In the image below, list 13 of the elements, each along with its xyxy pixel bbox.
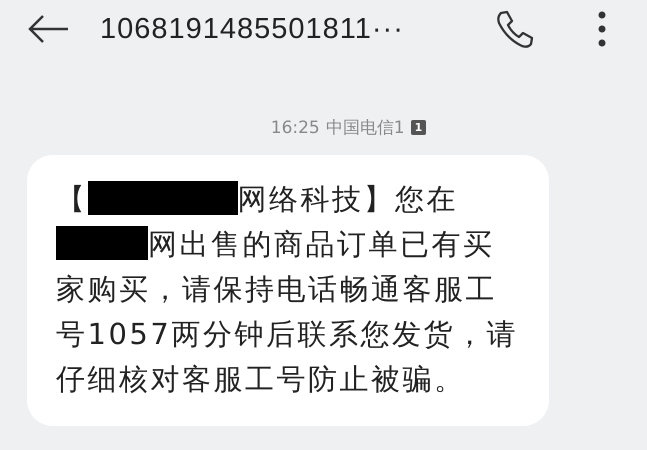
message-text: 家购买，请保持电话畅通客服工 <box>56 272 497 306</box>
carrier-label: 中国电信1 <box>326 117 405 139</box>
message-text: 仔细核对客服工号防止被骗。 <box>56 362 466 396</box>
sim-badge: 1 <box>410 120 426 135</box>
message-time: 16:25 <box>270 118 320 138</box>
more-icon[interactable] <box>597 9 607 49</box>
phone-icon[interactable] <box>495 9 535 49</box>
message-text: 网出售的商品订单已有买 <box>148 227 494 261</box>
message-text: 号1057两分钟后联系您发货，请 <box>56 317 518 351</box>
back-icon[interactable] <box>28 14 70 44</box>
message-text: 网络科技】您在 <box>238 182 458 216</box>
message-text: 【 <box>56 182 88 216</box>
contact-number: 1068191485501811··· <box>100 12 405 46</box>
